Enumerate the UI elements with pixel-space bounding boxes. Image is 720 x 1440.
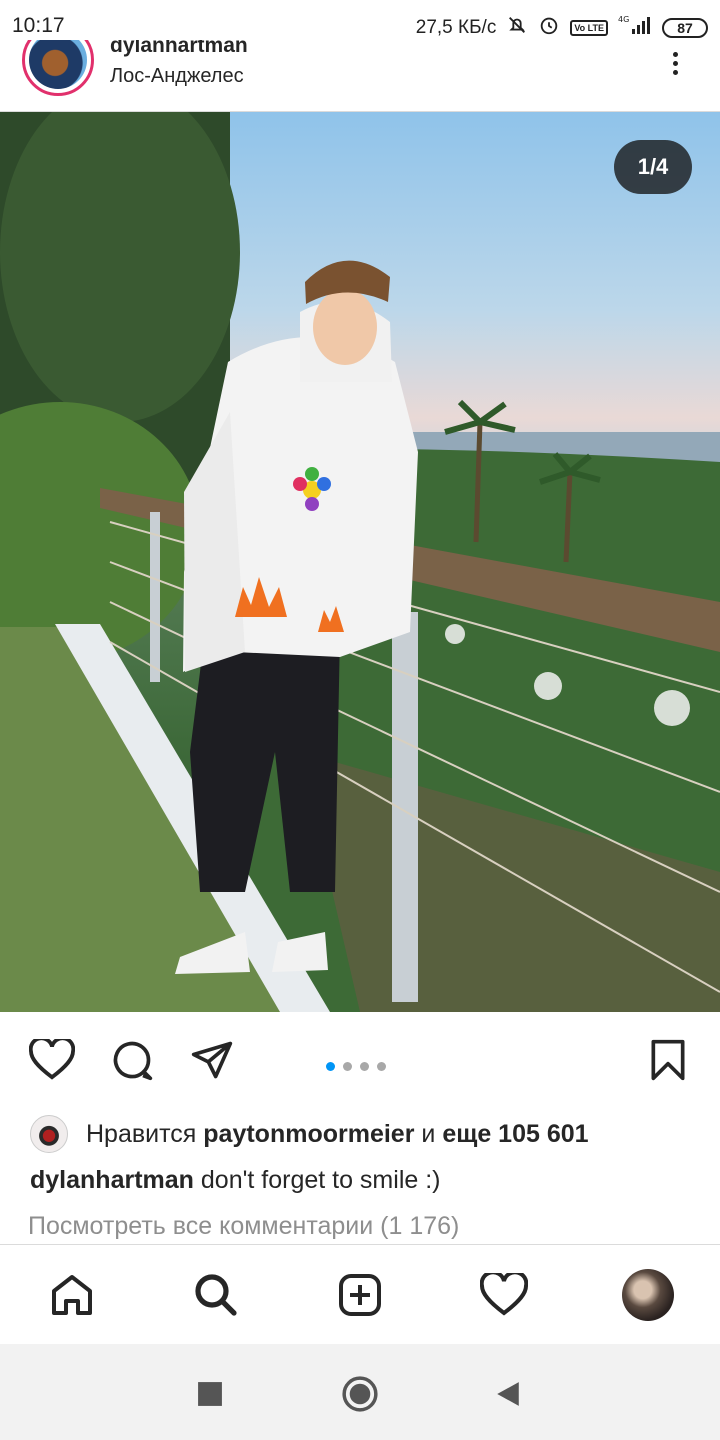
caption-username[interactable]: dylanhartman	[30, 1166, 194, 1194]
carousel-dot	[343, 1062, 352, 1071]
likes-prefix: Нравится	[86, 1119, 197, 1148]
caption-text: don't forget to smile :)	[200, 1166, 441, 1194]
network-speed: 27,5 КБ/с	[415, 17, 497, 38]
activity-heart-icon[interactable]	[478, 1269, 530, 1321]
comment-icon[interactable]	[108, 1036, 156, 1084]
send-icon[interactable]	[188, 1036, 236, 1084]
post-location[interactable]: Лос-Анджелес	[110, 65, 244, 88]
likes-and: и	[421, 1119, 436, 1148]
liker-avatar	[30, 1115, 68, 1153]
heart-icon[interactable]	[28, 1036, 76, 1084]
carousel-dot-active	[326, 1062, 335, 1071]
post-actions	[0, 1012, 720, 1108]
post-caption: dylanhartman don't forget to smile :)	[30, 1166, 441, 1195]
photo-counter: 1/4	[614, 140, 692, 194]
signal-icon: 4G	[618, 14, 652, 42]
volte-icon: Vo LTE	[570, 20, 608, 36]
alarm-icon	[538, 14, 560, 42]
liked-by-user[interactable]: paytonmoormeier	[203, 1120, 414, 1149]
author-avatar[interactable]	[22, 40, 94, 96]
svg-text:4G: 4G	[618, 15, 629, 24]
bookmark-icon[interactable]	[644, 1036, 692, 1084]
home-button-icon[interactable]	[340, 1374, 380, 1414]
likes-summary[interactable]: Нравится paytonmoormeier и еще 105 601	[30, 1114, 589, 1154]
status-time: 10:17	[12, 14, 65, 37]
battery-indicator: 87	[662, 18, 708, 38]
carousel-dots	[326, 1062, 386, 1071]
author-username[interactable]: dylanhartman	[110, 40, 248, 58]
home-icon[interactable]	[46, 1269, 98, 1321]
bell-muted-icon	[506, 14, 528, 42]
post-header: dylanhartman Лос-Анджелес	[0, 40, 720, 112]
add-post-icon[interactable]	[334, 1269, 386, 1321]
back-icon[interactable]	[488, 1374, 528, 1414]
more-vertical-icon[interactable]	[670, 52, 680, 78]
recents-icon[interactable]	[190, 1374, 230, 1414]
view-all-comments-link[interactable]: Посмотреть все комментарии (1 176)	[28, 1212, 459, 1241]
status-icons: 27,5 КБ/с Vo LTE 4G 87	[416, 14, 708, 42]
profile-avatar[interactable]	[622, 1269, 674, 1321]
carousel-dot	[360, 1062, 369, 1071]
post-photo[interactable]: 1/4	[0, 112, 720, 1012]
bottom-navigation	[0, 1244, 720, 1344]
photo-illustration	[0, 112, 720, 1012]
search-icon[interactable]	[190, 1269, 242, 1321]
system-navigation	[0, 1344, 720, 1440]
likes-count[interactable]: еще 105 601	[442, 1120, 588, 1149]
carousel-dot	[377, 1062, 386, 1071]
